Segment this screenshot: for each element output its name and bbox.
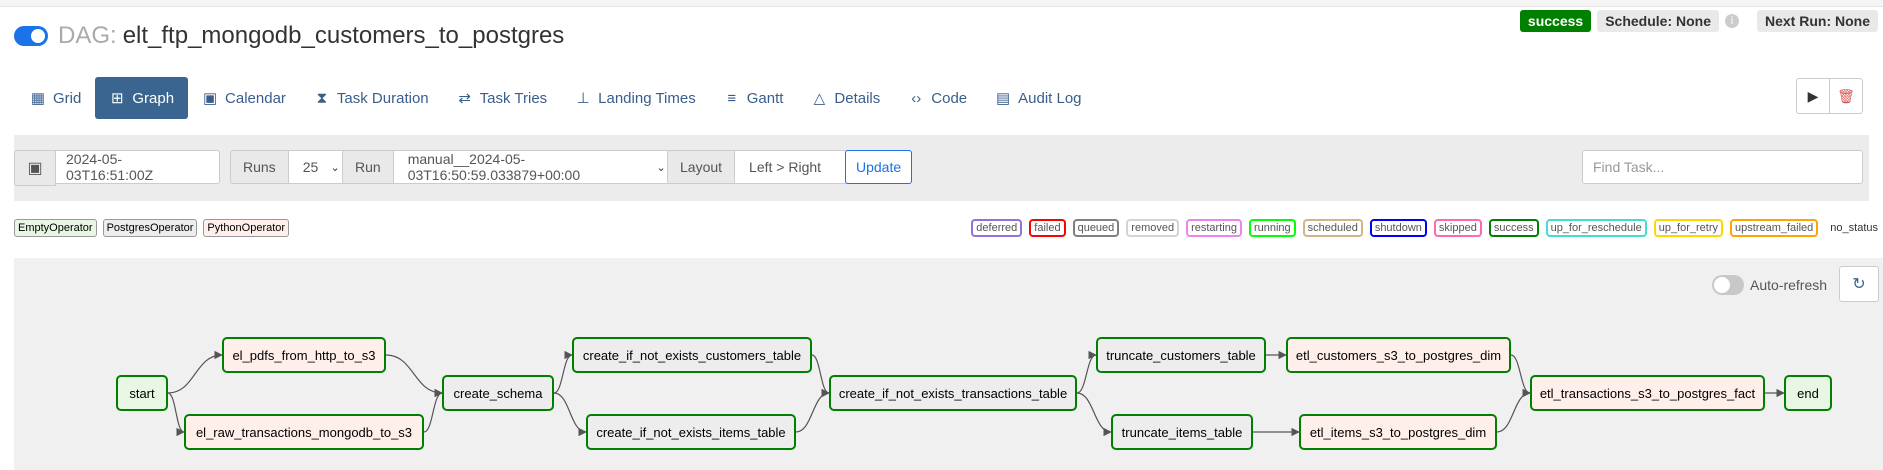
dag-edge [385,354,443,398]
task-node-etl-customers-s3-to-postgres-dim[interactable]: etl_customers_s3_to_postgres_dim [1286,337,1511,373]
dag-edge [423,388,443,433]
dag-edge [1076,350,1097,394]
task-node-end[interactable]: end [1784,375,1832,411]
task-node-create-if-not-exists-customers-table[interactable]: create_if_not_exists_customers_table [572,337,812,373]
task-node-etl-transactions-s3-to-postgres-fact[interactable]: etl_transactions_s3_to_postgres_fact [1530,375,1765,411]
dag-edge [1076,392,1112,437]
task-node-el-pdfs-from-http-to-s3[interactable]: el_pdfs_from_http_to_s3 [222,337,386,373]
task-node-truncate-customers-table[interactable]: truncate_customers_table [1096,337,1266,373]
task-node-create-if-not-exists-items-table[interactable]: create_if_not_exists_items_table [586,414,796,450]
dag-edge [553,350,573,394]
dag-edge [1510,354,1531,398]
dag-edge [167,350,223,394]
task-node-create-if-not-exists-transactions-table[interactable]: create_if_not_exists_transactions_table [829,375,1077,411]
task-node-truncate-items-table[interactable]: truncate_items_table [1111,414,1253,450]
dag-edge [811,354,830,398]
dag-edge [1496,388,1531,433]
dag-edge [795,388,830,433]
dag-edge [553,392,587,437]
dag-edge [167,392,185,437]
task-node-start[interactable]: start [116,375,168,411]
task-node-etl-items-s3-to-postgres-dim[interactable]: etl_items_s3_to_postgres_dim [1299,414,1497,450]
task-node-el-raw-transactions-mongodb-to-s3[interactable]: el_raw_transactions_mongodb_to_s3 [184,414,424,450]
task-node-create-schema[interactable]: create_schema [442,375,554,411]
